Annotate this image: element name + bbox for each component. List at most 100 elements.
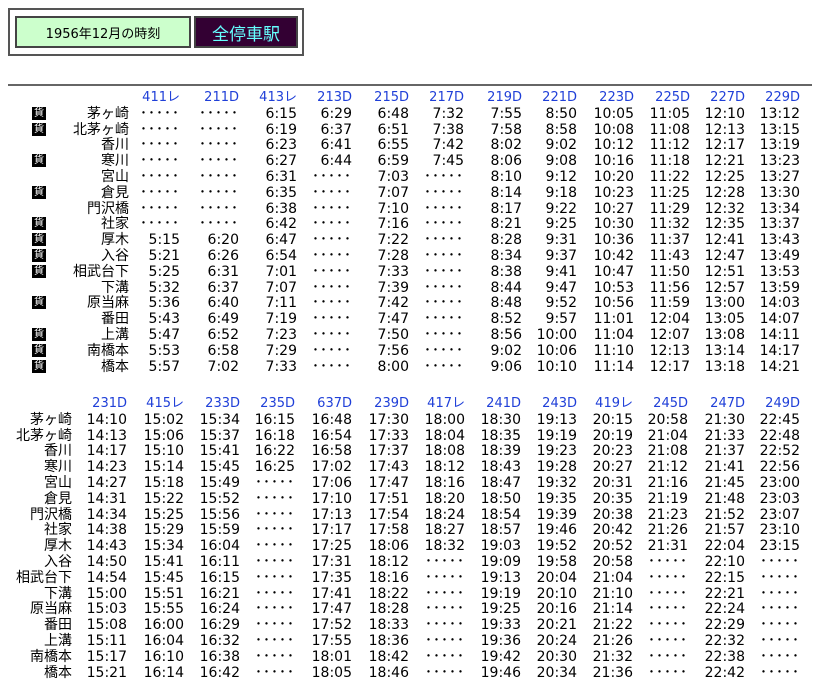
station-name: 社家 (44, 522, 72, 539)
no-stop-marker: ･････ (425, 664, 465, 681)
departure-time: 7:03 (377, 169, 409, 185)
departure-time: 18:01 (311, 648, 352, 665)
departure-time: 20:38 (592, 506, 633, 523)
departure-time: 7:58 (490, 121, 522, 138)
departure-time: 11:50 (649, 263, 690, 280)
departure-time: 15:34 (143, 538, 184, 555)
departure-time: 10:05 (593, 105, 634, 122)
no-stop-marker: ･････ (255, 475, 295, 491)
departure-time: 13:49 (759, 248, 800, 264)
departure-time: 20:23 (592, 443, 633, 460)
no-stop-marker: ･････ (312, 216, 352, 233)
departure-time: 5:36 (148, 295, 180, 312)
departure-time: 18:27 (424, 522, 465, 539)
no-stop-marker: ･････ (312, 169, 352, 185)
departure-time: 15:02 (143, 411, 184, 428)
departure-time: 21:12 (647, 459, 688, 476)
departure-time: 11:43 (649, 248, 690, 264)
no-stop-marker: ･････ (255, 664, 295, 681)
departure-time: 10:06 (536, 342, 577, 359)
no-stop-marker: ･････ (140, 137, 180, 154)
departure-time: 12:21 (704, 153, 745, 170)
departure-time: 21:30 (704, 411, 745, 428)
no-stop-marker: ･････ (648, 601, 688, 618)
no-stop-marker: ･････ (760, 554, 800, 570)
departure-time: 6:23 (265, 137, 297, 154)
departure-time: 16:29 (199, 617, 240, 634)
departure-time: 13:15 (759, 121, 800, 138)
departure-time: 19:32 (536, 475, 577, 491)
departure-time: 17:13 (311, 506, 352, 523)
departure-time: 6:38 (265, 200, 297, 217)
departure-time: 13:43 (759, 232, 800, 249)
departure-time: 6:37 (320, 121, 352, 138)
departure-time: 13:18 (704, 358, 745, 375)
departure-time: 21:26 (592, 633, 633, 649)
departure-time: 13:34 (759, 200, 800, 217)
departure-time: 19:58 (536, 554, 577, 570)
departure-time: 21:32 (592, 648, 633, 665)
no-stop-marker: ･････ (424, 248, 464, 264)
departure-time: 19:28 (536, 459, 577, 476)
all-stations-button[interactable]: 全停車駅 (194, 16, 298, 48)
departure-time: 16:21 (199, 585, 240, 602)
train-number: 417レ (427, 396, 465, 411)
departure-time: 12:28 (704, 184, 745, 201)
no-stop-marker: ･････ (312, 358, 352, 375)
station-name: 宮山 (101, 169, 129, 185)
departure-time: 11:04 (593, 327, 634, 343)
departure-time: 11:01 (593, 311, 634, 328)
departure-time: 15:14 (143, 459, 184, 476)
departure-time: 9:02 (545, 137, 577, 154)
no-stop-marker: ･････ (312, 279, 352, 296)
no-stop-marker: ･････ (424, 327, 464, 343)
departure-time: 8:00 (377, 358, 409, 375)
departure-time: 14:21 (759, 358, 800, 375)
departure-time: 6:42 (265, 216, 297, 233)
no-stop-marker: ･････ (424, 216, 464, 233)
train-number: 637D (317, 396, 352, 411)
departure-time: 16:25 (254, 459, 295, 476)
departure-time: 11:10 (593, 342, 634, 359)
station-name: 茅ヶ崎 (30, 411, 72, 428)
no-stop-marker: ･････ (199, 153, 239, 170)
departure-time: 12:57 (704, 279, 745, 296)
departure-time: 16:58 (311, 443, 352, 460)
departure-time: 10:53 (593, 279, 634, 296)
departure-time: 20:19 (592, 427, 633, 444)
departure-time: 13:19 (759, 137, 800, 154)
departure-time: 15:59 (199, 522, 240, 539)
departure-time: 15:06 (143, 427, 184, 444)
departure-time: 19:25 (480, 601, 521, 618)
departure-time: 8:34 (490, 248, 522, 264)
departure-time: 9:25 (545, 216, 577, 233)
departure-time: 18:46 (368, 664, 409, 681)
no-stop-marker: ･････ (255, 538, 295, 555)
departure-time: 7:29 (265, 342, 297, 359)
departure-time: 15:45 (199, 459, 240, 476)
no-stop-marker: ･････ (425, 617, 465, 634)
departure-time: 5:53 (148, 342, 180, 359)
departure-time: 18:16 (424, 475, 465, 491)
departure-time: 19:52 (536, 538, 577, 555)
departure-time: 5:57 (148, 358, 180, 375)
departure-time: 13:12 (759, 105, 800, 122)
train-number: 223D (599, 90, 634, 105)
departure-time: 15:45 (143, 569, 184, 586)
departure-time: 19:19 (536, 427, 577, 444)
departure-time: 7:32 (432, 105, 464, 122)
departure-time: 14:07 (759, 311, 800, 328)
departure-time: 10:56 (593, 295, 634, 312)
departure-time: 17:52 (311, 617, 352, 634)
departure-time: 6:15 (265, 105, 297, 122)
departure-time: 6:48 (377, 105, 409, 122)
departure-time: 14:27 (86, 475, 127, 491)
departure-time: 15:22 (143, 490, 184, 507)
departure-time: 21:41 (704, 459, 745, 476)
departure-time: 21:31 (647, 538, 688, 555)
departure-time: 14:11 (759, 327, 800, 343)
departure-time: 6:44 (320, 153, 352, 170)
departure-time: 14:03 (759, 295, 800, 312)
train-number: 233D (205, 396, 240, 411)
departure-time: 10:00 (536, 327, 577, 343)
